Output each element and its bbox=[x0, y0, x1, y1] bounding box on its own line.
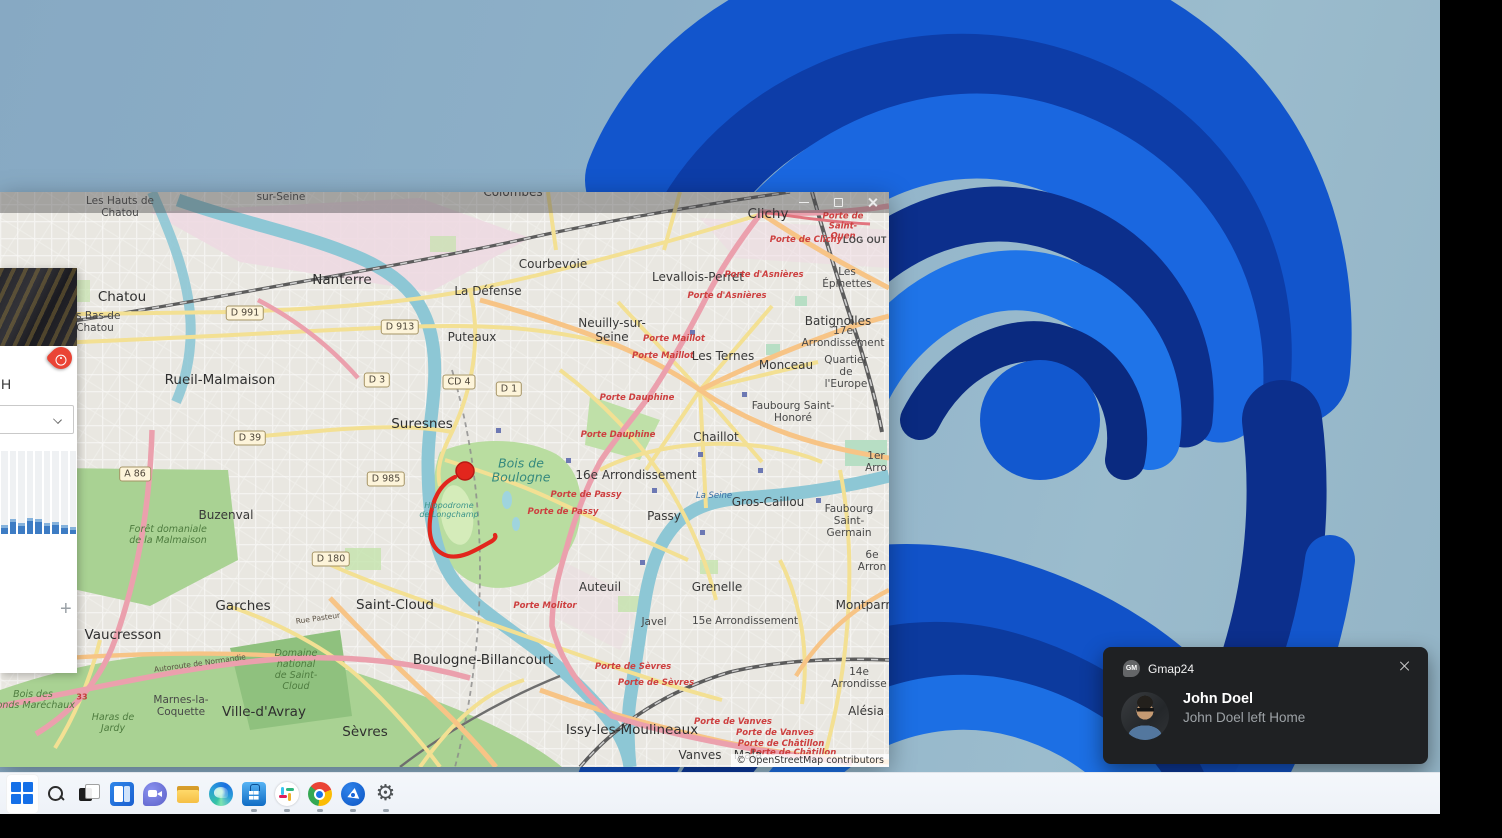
histogram-column bbox=[43, 451, 51, 534]
close-icon bbox=[867, 197, 878, 208]
chrome-icon bbox=[307, 782, 332, 806]
running-indicator bbox=[382, 809, 389, 812]
widgets-button[interactable] bbox=[105, 774, 138, 814]
slack-icon bbox=[274, 782, 299, 806]
avatar bbox=[1121, 692, 1169, 740]
histogram-column bbox=[26, 451, 34, 534]
search-icon bbox=[46, 784, 66, 804]
gmap24-app-icon: GM bbox=[1123, 660, 1140, 677]
widgets-icon bbox=[109, 782, 134, 806]
histogram-column bbox=[60, 451, 68, 534]
toast-header: GM Gmap24 bbox=[1123, 660, 1194, 677]
edge-icon bbox=[208, 782, 233, 806]
location-pin-icon[interactable] bbox=[45, 342, 77, 374]
slack-button[interactable] bbox=[270, 774, 303, 814]
store-icon bbox=[241, 782, 266, 806]
histogram-column bbox=[18, 451, 25, 534]
task-view-icon bbox=[77, 782, 101, 806]
histogram-column bbox=[9, 451, 17, 534]
running-indicator bbox=[283, 809, 290, 812]
settings-button[interactable]: ⚙ bbox=[369, 774, 402, 814]
side-panel: H + bbox=[0, 268, 77, 673]
histogram-column bbox=[52, 451, 59, 534]
store-button[interactable] bbox=[237, 774, 270, 814]
file-explorer-button[interactable] bbox=[171, 774, 204, 814]
windows-logo-icon bbox=[10, 782, 35, 806]
gmap-app-icon bbox=[340, 782, 365, 806]
toast-message: John Doel left Home bbox=[1183, 710, 1306, 725]
minimize-button[interactable] bbox=[787, 192, 821, 213]
taskbar-icons: ⚙ bbox=[6, 773, 402, 814]
histogram-column bbox=[69, 451, 77, 534]
logout-button[interactable]: LOG OUT bbox=[843, 235, 887, 245]
chat-icon bbox=[142, 782, 167, 806]
location-marker bbox=[455, 461, 475, 481]
taskbar: ⚙ GM ENG UK 17:16 5/5/2024 1 bbox=[0, 772, 1440, 814]
chrome-button[interactable] bbox=[303, 774, 336, 814]
start-button[interactable] bbox=[6, 774, 39, 814]
running-indicator bbox=[316, 809, 323, 812]
window-titlebar[interactable] bbox=[0, 192, 889, 213]
search-button[interactable] bbox=[39, 774, 72, 814]
panel-dropdown[interactable] bbox=[0, 405, 74, 434]
map-attribution: © OpenStreetMap contributors bbox=[731, 754, 889, 767]
task-view-button[interactable] bbox=[72, 774, 105, 814]
activity-histogram bbox=[0, 450, 77, 535]
map-canvas[interactable] bbox=[0, 192, 889, 767]
zoom-in-control[interactable]: + bbox=[60, 598, 72, 621]
gear-icon: ⚙ bbox=[375, 781, 396, 806]
toast-app-name: Gmap24 bbox=[1148, 661, 1195, 676]
close-button[interactable] bbox=[855, 192, 889, 213]
gmap24-window[interactable]: Les Hauts de Chatou sur-Seine Colombes Clic… bbox=[0, 192, 889, 767]
gmap-app-button[interactable] bbox=[336, 774, 369, 814]
running-indicator bbox=[349, 809, 356, 812]
histogram-column bbox=[1, 451, 8, 534]
panel-heading: H bbox=[1, 376, 12, 392]
maximize-button[interactable] bbox=[821, 192, 855, 213]
desktop: Les Hauts de Chatou sur-Seine Colombes Clic… bbox=[0, 0, 1440, 814]
chat-button[interactable] bbox=[138, 774, 171, 814]
maximize-icon bbox=[833, 198, 843, 207]
notification-toast[interactable]: GM Gmap24 John Doel John Doel left Home bbox=[1103, 647, 1428, 764]
running-indicator bbox=[250, 809, 257, 812]
toast-title: John Doel bbox=[1183, 691, 1254, 707]
chevron-down-icon bbox=[53, 415, 62, 424]
minimize-icon bbox=[799, 201, 809, 204]
histogram-column bbox=[35, 451, 42, 534]
edge-button[interactable] bbox=[204, 774, 237, 814]
camera-snapshot bbox=[0, 268, 77, 346]
folder-icon bbox=[176, 782, 200, 806]
toast-close-button[interactable] bbox=[1398, 659, 1412, 673]
